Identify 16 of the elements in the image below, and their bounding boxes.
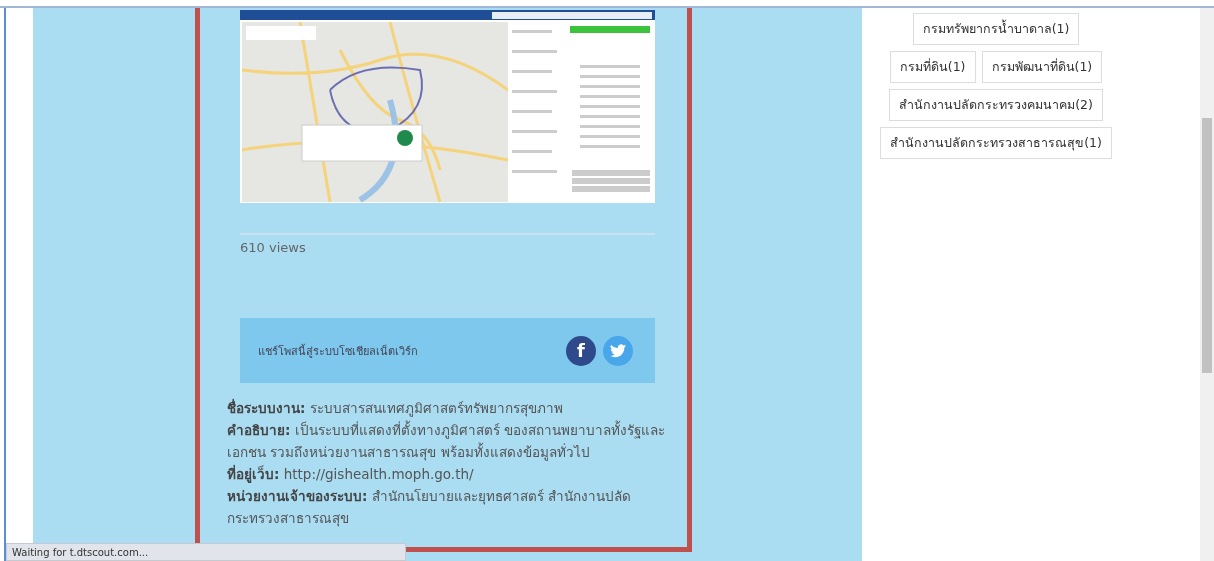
tag-link[interactable]: สำนักงานปลัดกระทรวงคมนาคม(2): [889, 89, 1103, 121]
scrollbar-thumb[interactable]: [1202, 118, 1212, 373]
detail-text: ที่อยู่เว็บ: http://gishealth.moph.go.th/: [227, 464, 475, 485]
detail-text: หน่วยงานเจ้าของระบบ: สำนักนโยบายและยุทธศาสตร์ สำนักงานปลัดกระทรวงสาธารณสุข: [227, 487, 632, 529]
tag-link[interactable]: กรมทรัพยากรน้ำบาดาล(1): [912, 13, 1080, 45]
scrollbar[interactable]: [1200, 8, 1214, 561]
bird-icon: [610, 343, 626, 358]
detail-text: ชื่อระบบงาน: ระบบสารสนเทศภูมิศาสตร์ทรัพยากรสุขภาพ: [227, 398, 564, 419]
twitter-button[interactable]: [603, 335, 633, 366]
view-count: 610 views: [240, 240, 306, 255]
share-label: แชร์โพสนี้สู่ระบบโซเชียลเน็ตเวิร์ก: [258, 343, 418, 360]
tag-link[interactable]: กรมที่ดิน(1): [889, 51, 976, 83]
facebook-button[interactable]: f: [566, 335, 596, 366]
tag-link[interactable]: กรมพัฒนาที่ดิน(1): [981, 51, 1103, 83]
tag-link[interactable]: สำนักงานปลัดกระทรวงสาธารณสุข(1): [880, 127, 1112, 159]
status-text: Waiting for t.dtscout.com...: [6, 543, 406, 561]
